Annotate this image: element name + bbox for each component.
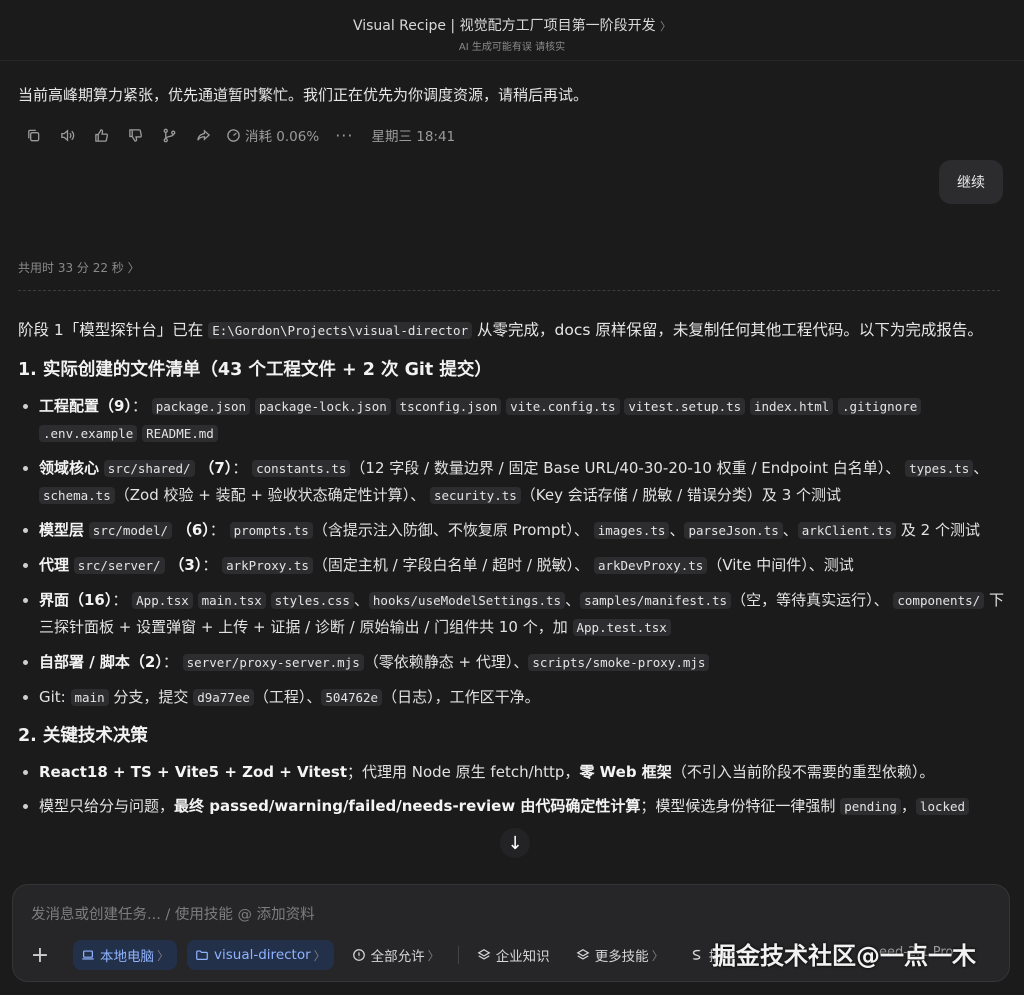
scroll-to-bottom-icon[interactable]: ↓ — [500, 828, 530, 858]
list-item: 自部署 / 脚本（2）： server/proxy-server.mjs（零依赖… — [39, 649, 1006, 676]
config-file: tsconfig.json — [395, 398, 502, 415]
chevron-icon: 〉 — [427, 948, 440, 963]
ai-disclaimer: AI 生成可能有误 请核实 — [458, 42, 566, 53]
local-computer-button[interactable]: 本地电脑〉 — [73, 940, 178, 970]
list-item: 模型只给分与问题，最终 passed/warning/failed/needs-… — [39, 793, 1006, 820]
config-file: vite.config.ts — [506, 398, 620, 415]
chevron-icon: 〉 — [651, 948, 664, 963]
message-timestamp: 星期三 18:41 — [371, 129, 456, 145]
file-list: 工程配置（9）： package.json package-lock.json … — [18, 393, 1006, 711]
elapsed-time-toggle[interactable]: 共用时 33 分 22 秒 〉 — [18, 259, 140, 276]
more-options-icon[interactable]: ··· — [335, 126, 353, 145]
list-item: 领域核心 src/shared/ （7）： constants.ts（12 字段… — [39, 455, 1006, 509]
assistant-response: 阶段 1「模型探针台」已在 E:\Gordon\Projects\visual-… — [18, 316, 1006, 828]
knowledge-button[interactable]: 企业知识 — [469, 940, 558, 970]
list-item: 代理 src/server/ （3）： arkProxy.ts（固定主机 / 字… — [39, 552, 1006, 579]
composer-toolbar: + 本地电脑〉 visual-director 〉 全部允许〉 企业知识 更多技能… — [27, 939, 754, 971]
thumbs-down-icon[interactable] — [124, 124, 146, 146]
layers-icon — [477, 949, 491, 960]
project-path: E:\Gordon\Projects\visual-director — [208, 322, 473, 339]
layers-icon — [576, 949, 590, 960]
decision-list: React18 + TS + Vite5 + Zod + Vitest；代理用 … — [18, 759, 1006, 820]
busy-notice: 当前高峰期算力紧张，优先通道暂时繁忙。我们正在优先为你调度资源，请稍后再试。 — [18, 86, 589, 104]
conversation-title[interactable]: Visual Recipe | 视觉配方工厂项目第一阶段开发 〉 — [0, 15, 1024, 35]
config-file: README.md — [142, 425, 218, 442]
toolbar-divider — [457, 946, 459, 964]
config-file: .gitignore — [838, 398, 922, 415]
config-file: vitest.setup.ts — [624, 398, 746, 415]
permission-button[interactable]: 全部允许〉 — [344, 940, 448, 970]
config-files: package.json package-lock.json tsconfig.… — [39, 397, 922, 442]
chevron-icon: 〉 — [313, 948, 326, 963]
section1-heading: 1. 实际创建的文件清单（43 个工程文件 + 2 次 Git 提交） — [18, 360, 492, 380]
share-icon[interactable] — [192, 124, 214, 146]
user-message-bubble: 继续 — [939, 160, 1003, 204]
copy-icon[interactable] — [22, 124, 44, 146]
thumbs-up-icon[interactable] — [90, 124, 112, 146]
intro-paragraph: 阶段 1「模型探针台」已在 E:\Gordon\Projects\visual-… — [18, 321, 983, 339]
list-item: Git: main 分支，提交 d9a77ee（工程）、504762e（日志），… — [39, 684, 1006, 711]
list-item: React18 + TS + Vite5 + Zod + Vitest；代理用 … — [39, 759, 1006, 785]
divider — [18, 290, 1000, 291]
conversation-header: Visual Recipe | 视觉配方工厂项目第一阶段开发 〉 AI 生成可能… — [0, 0, 1024, 61]
config-file: package.json — [151, 398, 251, 415]
watermark: 掘金技术社区@一点一木 — [712, 942, 976, 970]
list-item: 界面（16）： App.tsx main.tsx styles.css、hook… — [39, 587, 1006, 641]
branch-icon[interactable] — [158, 124, 180, 146]
message-actions: 消耗 0.06% ··· 星期三 18:41 — [22, 124, 455, 146]
title-chevron-icon: 〉 — [660, 20, 672, 33]
skills-button[interactable]: 更多技能〉 — [568, 940, 672, 970]
section2-heading: 2. 关键技术决策 — [18, 726, 148, 746]
plugin-icon — [692, 949, 701, 960]
laptop-icon — [82, 950, 94, 960]
info-circle-icon — [352, 949, 365, 961]
gauge-icon — [227, 128, 240, 142]
chevron-icon: 〉 — [157, 948, 170, 963]
project-folder-button[interactable]: visual-director 〉 — [187, 940, 334, 970]
speaker-icon[interactable] — [56, 124, 78, 146]
plus-icon[interactable]: + — [27, 942, 53, 968]
list-item: 工程配置（9）： package.json package-lock.json … — [39, 393, 1006, 447]
folder-icon — [196, 950, 208, 960]
message-input[interactable]: 发消息或创建任务... / 使用技能 @ 添加资料 — [31, 903, 315, 924]
config-file: index.html — [749, 398, 834, 415]
list-item: 模型层 src/model/ （6）： prompts.ts（含提示注入防御、不… — [39, 517, 1006, 544]
config-file: package-lock.json — [254, 398, 391, 415]
config-file: .env.example — [39, 425, 138, 442]
usage-indicator[interactable]: 消耗 0.06% — [226, 125, 319, 145]
